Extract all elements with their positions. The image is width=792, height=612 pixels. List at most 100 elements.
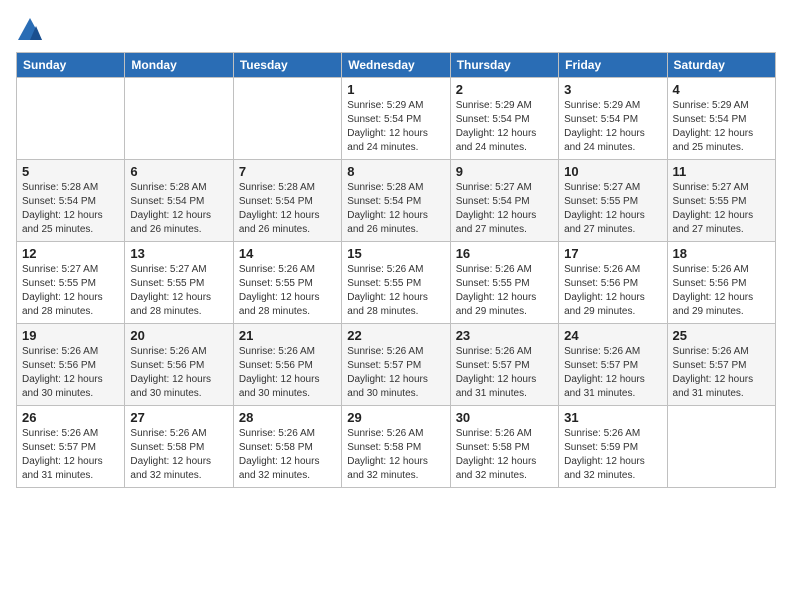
logo: [16, 16, 48, 44]
day-info: Sunrise: 5:27 AM Sunset: 5:54 PM Dayligh…: [456, 181, 553, 237]
day-number: 8: [347, 164, 444, 179]
day-number: 20: [130, 328, 227, 343]
calendar-cell: 2 Sunrise: 5:29 AM Sunset: 5:54 PM Daylig…: [450, 78, 558, 160]
day-number: 1: [347, 82, 444, 97]
calendar-cell: 8 Sunrise: 5:28 AM Sunset: 5:54 PM Daylig…: [342, 160, 450, 242]
calendar-cell: 17 Sunrise: 5:26 AM Sunset: 5:56 PM Dayli…: [559, 242, 667, 324]
day-info: Sunrise: 5:26 AM Sunset: 5:56 PM Dayligh…: [239, 345, 336, 401]
day-info: Sunrise: 5:26 AM Sunset: 5:55 PM Dayligh…: [347, 263, 444, 319]
weekday-header-monday: Monday: [125, 53, 233, 78]
calendar-table: SundayMondayTuesdayWednesdayThursdayFrid…: [16, 52, 776, 488]
calendar-cell: 23 Sunrise: 5:26 AM Sunset: 5:57 PM Dayli…: [450, 324, 558, 406]
calendar-cell: [125, 78, 233, 160]
calendar-cell: 10Sunrise: 5:27 AM Sunset: 5:55 PM Dayli…: [559, 160, 667, 242]
day-number: 11: [673, 164, 770, 179]
calendar-cell: 11 Sunrise: 5:27 AM Sunset: 5:55 PM Dayli…: [667, 160, 775, 242]
day-number: 16: [456, 246, 553, 261]
day-info: Sunrise: 5:28 AM Sunset: 5:54 PM Dayligh…: [347, 181, 444, 237]
calendar-cell: 9Sunrise: 5:27 AM Sunset: 5:54 PM Daylig…: [450, 160, 558, 242]
calendar-cell: 13 Sunrise: 5:27 AM Sunset: 5:55 PM Dayli…: [125, 242, 233, 324]
day-number: 22: [347, 328, 444, 343]
calendar-cell: 21Sunrise: 5:26 AM Sunset: 5:56 PM Dayli…: [233, 324, 341, 406]
day-info: Sunrise: 5:26 AM Sunset: 5:56 PM Dayligh…: [130, 345, 227, 401]
day-info: Sunrise: 5:26 AM Sunset: 5:57 PM Dayligh…: [347, 345, 444, 401]
day-number: 31: [564, 410, 661, 425]
day-info: Sunrise: 5:26 AM Sunset: 5:58 PM Dayligh…: [347, 427, 444, 483]
weekday-header-friday: Friday: [559, 53, 667, 78]
calendar-cell: 20 Sunrise: 5:26 AM Sunset: 5:56 PM Dayli…: [125, 324, 233, 406]
calendar-cell: 18 Sunrise: 5:26 AM Sunset: 5:56 PM Dayli…: [667, 242, 775, 324]
day-number: 26: [22, 410, 119, 425]
day-info: Sunrise: 5:26 AM Sunset: 5:56 PM Dayligh…: [564, 263, 661, 319]
calendar-cell: 26 Sunrise: 5:26 AM Sunset: 5:57 PM Dayli…: [17, 406, 125, 488]
day-number: 17: [564, 246, 661, 261]
day-number: 25: [673, 328, 770, 343]
day-info: Sunrise: 5:27 AM Sunset: 5:55 PM Dayligh…: [22, 263, 119, 319]
calendar-cell: 3 Sunrise: 5:29 AM Sunset: 5:54 PM Daylig…: [559, 78, 667, 160]
day-info: Sunrise: 5:26 AM Sunset: 5:56 PM Dayligh…: [673, 263, 770, 319]
weekday-header-saturday: Saturday: [667, 53, 775, 78]
day-number: 15: [347, 246, 444, 261]
day-number: 29: [347, 410, 444, 425]
day-number: 5: [22, 164, 119, 179]
calendar-cell: 5 Sunrise: 5:28 AM Sunset: 5:54 PM Daylig…: [17, 160, 125, 242]
calendar-cell: [17, 78, 125, 160]
calendar-cell: 30 Sunrise: 5:26 AM Sunset: 5:58 PM Dayli…: [450, 406, 558, 488]
day-info: Sunrise: 5:29 AM Sunset: 5:54 PM Dayligh…: [564, 99, 661, 155]
day-info: Sunrise: 5:27 AM Sunset: 5:55 PM Dayligh…: [673, 181, 770, 237]
day-info: Sunrise: 5:26 AM Sunset: 5:57 PM Dayligh…: [673, 345, 770, 401]
day-number: 13: [130, 246, 227, 261]
calendar-cell: [667, 406, 775, 488]
day-info: Sunrise: 5:28 AM Sunset: 5:54 PM Dayligh…: [239, 181, 336, 237]
calendar-cell: 29 Sunrise: 5:26 AM Sunset: 5:58 PM Dayli…: [342, 406, 450, 488]
calendar-cell: 15 Sunrise: 5:26 AM Sunset: 5:55 PM Dayli…: [342, 242, 450, 324]
day-info: Sunrise: 5:29 AM Sunset: 5:54 PM Dayligh…: [673, 99, 770, 155]
day-number: 30: [456, 410, 553, 425]
day-info: Sunrise: 5:26 AM Sunset: 5:56 PM Dayligh…: [22, 345, 119, 401]
calendar-cell: 1 Sunrise: 5:29 AM Sunset: 5:54 PM Daylig…: [342, 78, 450, 160]
page-header: [16, 16, 776, 44]
weekday-header-row: SundayMondayTuesdayWednesdayThursdayFrid…: [17, 53, 776, 78]
calendar-cell: 31 Sunrise: 5:26 AM Sunset: 5:59 PM Dayli…: [559, 406, 667, 488]
day-number: 28: [239, 410, 336, 425]
day-number: 7: [239, 164, 336, 179]
logo-icon: [16, 16, 44, 44]
calendar-cell: 19Sunrise: 5:26 AM Sunset: 5:56 PM Dayli…: [17, 324, 125, 406]
day-number: 3: [564, 82, 661, 97]
day-number: 4: [673, 82, 770, 97]
day-number: 24: [564, 328, 661, 343]
calendar-cell: 4 Sunrise: 5:29 AM Sunset: 5:54 PM Daylig…: [667, 78, 775, 160]
calendar-cell: 25 Sunrise: 5:26 AM Sunset: 5:57 PM Dayli…: [667, 324, 775, 406]
day-number: 23: [456, 328, 553, 343]
calendar-cell: 16 Sunrise: 5:26 AM Sunset: 5:55 PM Dayli…: [450, 242, 558, 324]
day-info: Sunrise: 5:27 AM Sunset: 5:55 PM Dayligh…: [564, 181, 661, 237]
day-info: Sunrise: 5:26 AM Sunset: 5:55 PM Dayligh…: [456, 263, 553, 319]
day-info: Sunrise: 5:26 AM Sunset: 5:55 PM Dayligh…: [239, 263, 336, 319]
calendar-week-row: 1 Sunrise: 5:29 AM Sunset: 5:54 PM Daylig…: [17, 78, 776, 160]
calendar-week-row: 26 Sunrise: 5:26 AM Sunset: 5:57 PM Dayli…: [17, 406, 776, 488]
day-info: Sunrise: 5:26 AM Sunset: 5:58 PM Dayligh…: [239, 427, 336, 483]
weekday-header-thursday: Thursday: [450, 53, 558, 78]
day-info: Sunrise: 5:26 AM Sunset: 5:58 PM Dayligh…: [456, 427, 553, 483]
calendar-cell: 27Sunrise: 5:26 AM Sunset: 5:58 PM Dayli…: [125, 406, 233, 488]
day-info: Sunrise: 5:29 AM Sunset: 5:54 PM Dayligh…: [347, 99, 444, 155]
day-info: Sunrise: 5:27 AM Sunset: 5:55 PM Dayligh…: [130, 263, 227, 319]
day-info: Sunrise: 5:26 AM Sunset: 5:59 PM Dayligh…: [564, 427, 661, 483]
day-info: Sunrise: 5:29 AM Sunset: 5:54 PM Dayligh…: [456, 99, 553, 155]
day-info: Sunrise: 5:26 AM Sunset: 5:57 PM Dayligh…: [564, 345, 661, 401]
weekday-header-tuesday: Tuesday: [233, 53, 341, 78]
day-info: Sunrise: 5:28 AM Sunset: 5:54 PM Dayligh…: [22, 181, 119, 237]
calendar-cell: 14Sunrise: 5:26 AM Sunset: 5:55 PM Dayli…: [233, 242, 341, 324]
weekday-header-sunday: Sunday: [17, 53, 125, 78]
calendar-cell: 24 Sunrise: 5:26 AM Sunset: 5:57 PM Dayli…: [559, 324, 667, 406]
day-number: 2: [456, 82, 553, 97]
day-number: 18: [673, 246, 770, 261]
day-info: Sunrise: 5:26 AM Sunset: 5:57 PM Dayligh…: [22, 427, 119, 483]
day-info: Sunrise: 5:26 AM Sunset: 5:57 PM Dayligh…: [456, 345, 553, 401]
calendar-cell: 28 Sunrise: 5:26 AM Sunset: 5:58 PM Dayli…: [233, 406, 341, 488]
calendar-cell: 12Sunrise: 5:27 AM Sunset: 5:55 PM Dayli…: [17, 242, 125, 324]
day-number: 27: [130, 410, 227, 425]
calendar-week-row: 12Sunrise: 5:27 AM Sunset: 5:55 PM Dayli…: [17, 242, 776, 324]
calendar-cell: 7 Sunrise: 5:28 AM Sunset: 5:54 PM Daylig…: [233, 160, 341, 242]
day-number: 6: [130, 164, 227, 179]
